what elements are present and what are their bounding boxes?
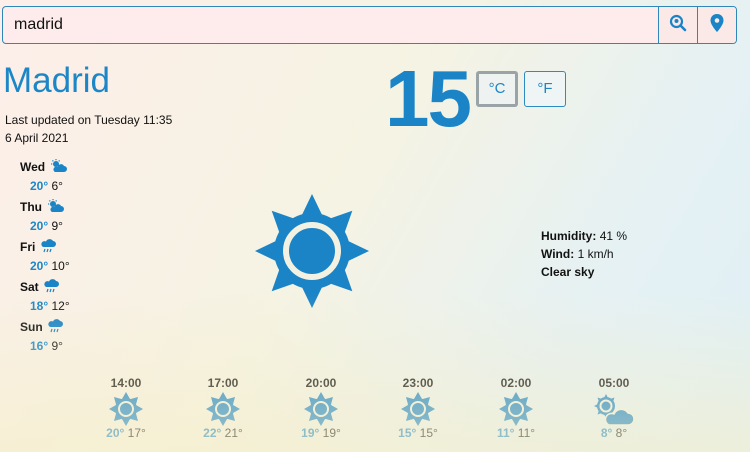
last-updated-time: Last updated on Tuesday 11:35 xyxy=(5,113,173,127)
hour-high: 20° xyxy=(106,426,125,440)
day-high: 20° xyxy=(30,259,49,273)
hour-temps: 20° 17° xyxy=(96,426,156,440)
hour-time: 02:00 xyxy=(500,376,532,390)
hourly-forecast-item: 23:00 15° 15° xyxy=(388,376,448,440)
hour-temps: 15° 15° xyxy=(388,426,448,440)
sun-icon xyxy=(304,392,338,426)
wind-value: 1 km/h xyxy=(577,247,614,261)
sun-icon xyxy=(255,194,369,313)
day-high: 18° xyxy=(30,299,49,313)
hour-low: 19° xyxy=(322,426,341,440)
sun-cloud-icon xyxy=(594,394,635,426)
day-low: 12° xyxy=(51,299,70,313)
hour-low: 11° xyxy=(517,426,536,440)
hour-time: 05:00 xyxy=(598,376,630,390)
daily-forecast-item: Sun 16° 9° xyxy=(20,319,64,353)
wind-label: Wind: xyxy=(541,247,575,261)
cloud-rain-icon xyxy=(41,239,56,256)
city-name: Madrid xyxy=(3,61,110,100)
day-name: Sun xyxy=(20,320,43,334)
hour-time: 17:00 xyxy=(207,376,239,390)
day-low: 10° xyxy=(51,259,70,273)
sun-cloud-icon xyxy=(50,159,68,176)
hourly-forecast-item: 17:00 22° 21° xyxy=(193,376,253,440)
sun-icon xyxy=(499,392,533,426)
day-temps: 18° 12° xyxy=(30,299,70,313)
hour-high: 15° xyxy=(398,426,417,440)
sun-icon xyxy=(401,392,435,426)
hourly-forecast-item: 05:00 8° 8° xyxy=(584,376,644,440)
hour-temps: 19° 19° xyxy=(291,426,351,440)
condition-text: Clear sky xyxy=(541,265,595,279)
humidity-value: 41 % xyxy=(599,229,628,243)
hour-high: 8° xyxy=(600,426,613,440)
hour-high: 11° xyxy=(496,426,515,440)
day-name: Thu xyxy=(20,200,42,214)
day-temps: 20° 9° xyxy=(30,219,63,233)
celsius-button[interactable]: °C xyxy=(476,71,518,107)
cloud-rain-icon xyxy=(48,319,64,336)
day-low: 9° xyxy=(51,339,63,353)
search-button[interactable] xyxy=(658,7,697,43)
hour-time: 14:00 xyxy=(110,376,142,390)
wind-row: Wind: 1 km/h xyxy=(541,245,627,263)
hour-low: 21° xyxy=(224,426,243,440)
cloud-rain-icon xyxy=(44,279,60,296)
daily-forecast-item: Thu 20° 9° xyxy=(20,199,65,233)
sun-cloud-icon xyxy=(47,199,65,216)
hour-high: 22° xyxy=(203,426,222,440)
day-high: 16° xyxy=(30,339,49,353)
hourly-forecast-item: 14:00 20° 17° xyxy=(96,376,156,440)
map-pin-icon xyxy=(710,13,724,37)
day-temps: 20° 10° xyxy=(30,259,70,273)
search-location-icon xyxy=(669,14,687,37)
hour-time: 20:00 xyxy=(305,376,337,390)
day-high: 20° xyxy=(30,219,49,233)
last-updated-date: 6 April 2021 xyxy=(5,131,69,145)
humidity-label: Humidity: xyxy=(541,229,597,243)
sun-icon xyxy=(109,392,143,426)
hour-high: 19° xyxy=(301,426,320,440)
day-name: Fri xyxy=(20,240,36,254)
hourly-forecast-item: 20:00 19° 19° xyxy=(291,376,351,440)
hour-low: 15° xyxy=(419,426,438,440)
hour-temps: 22° 21° xyxy=(193,426,253,440)
current-location-button[interactable] xyxy=(697,7,736,43)
hour-low: 8° xyxy=(615,426,628,440)
daily-forecast-item: Sat 18° 12° xyxy=(20,279,70,313)
search-bar xyxy=(2,6,737,44)
hour-temps: 11° 11° xyxy=(486,426,546,440)
daily-forecast-item: Wed 20° 6° xyxy=(20,159,68,193)
hour-temps: 8° 8° xyxy=(584,426,644,440)
day-low: 6° xyxy=(51,179,63,193)
daily-forecast-item: Fri 20° 10° xyxy=(20,239,70,273)
day-temps: 16° 9° xyxy=(30,339,63,353)
current-temperature: 15 xyxy=(385,54,472,143)
search-input[interactable] xyxy=(3,7,658,43)
weather-details: Humidity: 41 % Wind: 1 km/h Clear sky xyxy=(541,227,627,281)
day-name: Sat xyxy=(20,280,39,294)
day-low: 9° xyxy=(51,219,63,233)
sun-icon xyxy=(206,392,240,426)
day-name: Wed xyxy=(20,160,46,174)
day-high: 20° xyxy=(30,179,49,193)
condition-row: Clear sky xyxy=(541,263,627,281)
fahrenheit-button[interactable]: °F xyxy=(524,71,566,107)
hourly-forecast-item: 02:00 11° 11° xyxy=(486,376,546,440)
hour-time: 23:00 xyxy=(402,376,434,390)
day-temps: 20° 6° xyxy=(30,179,63,193)
last-updated: Last updated on Tuesday 11:35 6 April 20… xyxy=(5,111,172,147)
hour-low: 17° xyxy=(127,426,146,440)
humidity-row: Humidity: 41 % xyxy=(541,227,627,245)
